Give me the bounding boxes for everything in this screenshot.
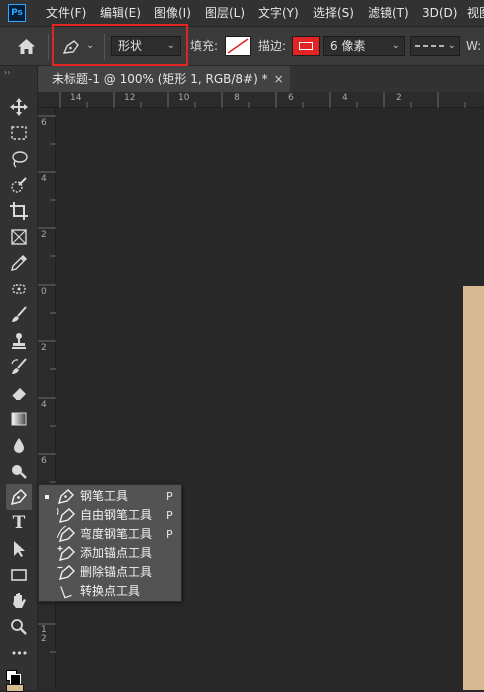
ruler-label: 2 [396,93,402,103]
stroke-label: 描边: [258,39,287,53]
dashed-line-icon [415,45,445,47]
flyout-item-label: 删除锚点工具 [80,565,153,579]
hand-icon[interactable] [8,590,30,612]
no-fill-icon [227,38,249,54]
document-tab-title: 未标题-1 @ 100% (矩形 1, RGB/8#) * [52,72,268,86]
blur-icon[interactable] [8,434,30,456]
stroke-type-select[interactable]: ⌄ [410,36,460,56]
ruler-label: 12 [124,93,136,103]
flyout-item-add-anchor[interactable]: 添加锚点工具 [39,544,181,563]
stroke-width-value: 6 像素 [330,39,366,53]
selected-bullet [45,495,49,499]
width-label: W: [466,39,482,53]
ruler-label: 10 [178,93,190,103]
quick-select-icon[interactable] [8,174,30,196]
tools-panel: ›› T ••• [0,66,38,692]
chevron-down-icon: ⌄ [391,40,400,51]
highlight-box [52,24,188,66]
menu-type[interactable]: 文字(Y) [258,0,299,26]
ruler-label: 0 [41,287,47,297]
marquee-icon[interactable] [8,122,30,144]
menu-3d[interactable]: 3D(D) [422,0,457,26]
app-logo: Ps [8,4,26,22]
canvas-pasteboard[interactable] [56,108,484,690]
flyout-item-convert-point[interactable]: 转换点工具 [39,582,181,601]
chevron-down-icon: ⌄ [447,40,456,51]
flyout-item-label: 自由钢笔工具 [80,508,153,522]
ruler-label: 2 [41,230,47,240]
flyout-item-label: 钢笔工具 [80,489,129,503]
more-icon[interactable]: ••• [8,642,30,664]
brush-icon[interactable] [8,304,30,326]
ruler-label: 1 2 [41,625,47,644]
freeform-pen-icon [57,507,75,523]
delete-anchor-icon [57,565,75,580]
fill-label: 填充: [190,39,219,53]
lasso-icon[interactable] [8,148,30,170]
ruler-label: 2 [41,343,47,353]
ruler-vertical: 6 4 2 0 2 4 6 8 1 0 1 2 [38,108,56,690]
menu-filter[interactable]: 滤镜(T) [368,0,409,26]
path-select-icon[interactable] [8,538,30,560]
eyedropper-icon[interactable] [8,252,30,274]
menu-layer[interactable]: 图层(L) [205,0,245,26]
ruler-label: 4 [41,174,47,184]
zoom-icon[interactable] [8,616,30,638]
frame-icon[interactable] [8,226,30,248]
flyout-item-shortcut: P [166,490,173,503]
ruler-label: 6 [41,118,47,128]
ruler-label: 6 [288,93,294,103]
stroke-swatch[interactable] [292,36,320,56]
move-icon[interactable] [8,96,30,118]
close-icon[interactable]: × [274,72,284,86]
flyout-item-label: 添加锚点工具 [80,546,153,560]
rectangle-icon[interactable] [8,564,30,586]
document-tab[interactable]: 未标题-1 @ 100% (矩形 1, RGB/8#) * × [38,66,290,92]
pen-icon [57,489,74,504]
crop-icon[interactable] [8,200,30,222]
flyout-item-label: 弯度钢笔工具 [80,527,153,541]
stamp-icon[interactable] [8,330,30,352]
collapse-icon[interactable]: ›› [4,68,10,77]
curvature-pen-icon [57,526,75,542]
menu-image[interactable]: 图像(I) [154,0,191,26]
flyout-item-shortcut: P [166,509,173,522]
ruler-label: 8 [234,93,240,103]
ruler-horizontal: 14 12 10 8 6 4 2 [38,92,484,108]
convert-point-icon [60,586,72,599]
flyout-item-curvature-pen[interactable]: 弯度钢笔工具 P [39,525,181,544]
document-canvas[interactable] [463,286,484,690]
document-tab-bar: 未标题-1 @ 100% (矩形 1, RGB/8#) * × [38,66,484,92]
ruler-ticks [59,92,466,108]
eraser-icon[interactable] [8,382,30,404]
menu-view[interactable]: 视图 [467,0,484,26]
menu-select[interactable]: 选择(S) [313,0,354,26]
flyout-item-shortcut: P [166,528,173,541]
type-icon[interactable]: T [8,512,30,534]
fill-swatch[interactable] [225,36,251,56]
ruler-ticks [38,115,56,653]
ruler-label: 6 [41,456,47,466]
flyout-item-freeform-pen[interactable]: 自由钢笔工具 P [39,506,181,525]
add-anchor-icon [57,546,75,561]
ruler-label: 4 [342,93,348,103]
healing-icon[interactable] [8,278,30,300]
flyout-item-label: 转换点工具 [80,584,141,598]
menu-file[interactable]: 文件(F) [46,0,86,26]
flyout-item-delete-anchor[interactable]: 删除锚点工具 [39,563,181,582]
ruler-label: 4 [41,400,47,410]
gradient-icon[interactable] [8,408,30,430]
pen-icon[interactable] [6,484,32,510]
foreground-color-swatch[interactable] [6,684,24,692]
history-brush-icon[interactable] [8,356,30,378]
dodge-icon[interactable] [8,460,30,482]
home-icon[interactable] [18,39,35,54]
ruler-label: 14 [70,93,82,103]
flyout-item-pen[interactable]: 钢笔工具 P [39,487,181,506]
menu-edit[interactable]: 编辑(E) [100,0,141,26]
stroke-width-field[interactable]: 6 像素 ⌄ [323,36,405,56]
pen-tool-flyout: 钢笔工具 P 自由钢笔工具 P 弯度钢笔工具 P 添加锚点工具 删除锚点工具 转… [38,484,182,602]
menu-bar: Ps 文件(F) 编辑(E) 图像(I) 图层(L) 文字(Y) 选择(S) 滤… [0,0,484,26]
